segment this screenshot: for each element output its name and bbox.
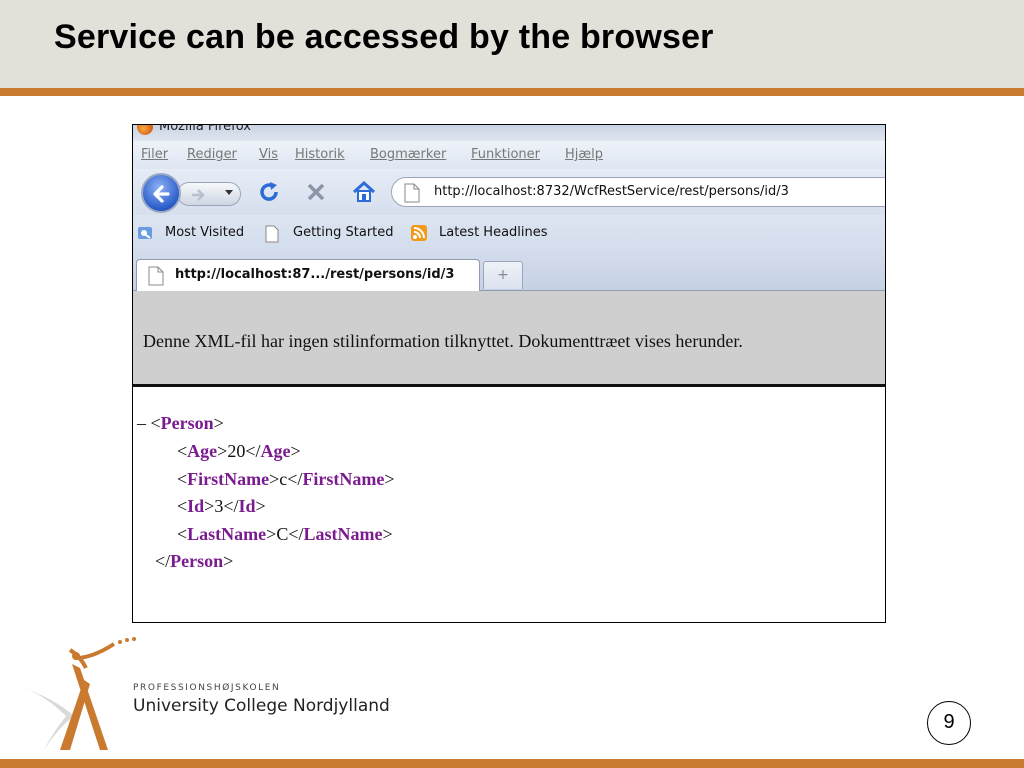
- xml-value: 3: [214, 496, 224, 516]
- menu-item-label: Vis: [259, 147, 278, 162]
- menu-item-vis[interactable]: Vis: [259, 147, 278, 162]
- address-bar[interactable]: http://localhost:8732/WcfRestService/res…: [391, 177, 885, 207]
- history-dropdown-icon[interactable]: [225, 190, 233, 195]
- menu-item-historik[interactable]: Historik: [295, 147, 345, 162]
- xml-tag-name: Person: [160, 413, 214, 433]
- xml-element-lastname: <LastName>C</LastName>: [177, 524, 393, 544]
- xml-element-age: <Age>20</Age>: [177, 441, 301, 461]
- xml-value: c: [279, 469, 288, 489]
- logo-name: University College Nordjylland: [133, 696, 390, 716]
- menu-item-funktioner[interactable]: Funktioner: [471, 147, 540, 162]
- tab-active[interactable]: http://localhost:87.../rest/persons/id/3: [136, 259, 480, 291]
- navigation-toolbar: http://localhost:8732/WcfRestService/res…: [133, 169, 885, 215]
- url-text: http://localhost:8732/WcfRestService/res…: [434, 184, 789, 199]
- slide-header: Service can be accessed by the browser: [0, 0, 1024, 88]
- bookmark-getting-started[interactable]: Getting Started: [293, 225, 394, 240]
- xml-tag-name: LastName: [187, 524, 267, 544]
- rss-icon: [411, 225, 427, 241]
- menu-item-label: Rediger: [187, 147, 237, 162]
- collapse-toggle[interactable]: –: [137, 413, 146, 433]
- home-icon[interactable]: [351, 180, 377, 204]
- menu-bar: Filer Rediger Vis Historik Bogmærker Fun…: [133, 141, 885, 169]
- browser-titlebar: Mozilla Firefox: [133, 125, 885, 141]
- bookmark-folder-icon: [138, 227, 152, 239]
- xml-tag-name: Person: [170, 551, 224, 571]
- slide-title: Service can be accessed by the browser: [54, 18, 714, 56]
- xml-value: C: [276, 524, 289, 544]
- header-divider: [0, 88, 1024, 96]
- reload-icon[interactable]: [257, 180, 281, 204]
- tab-label: http://localhost:87.../rest/persons/id/3: [175, 267, 455, 282]
- browser-screenshot: Mozilla Firefox Filer Rediger Vis Histor…: [132, 124, 886, 623]
- xml-tag-name: Id: [238, 496, 256, 516]
- xml-element-id: <Id>3</Id>: [177, 496, 266, 516]
- xml-info-message: Denne XML-fil har ingen stilinformation …: [143, 331, 743, 351]
- page-icon: [265, 225, 279, 243]
- firefox-logo-icon: [137, 125, 153, 135]
- menu-item-label: Funktioner: [471, 147, 541, 162]
- menu-item-hjaelp[interactable]: Hjælp: [565, 147, 603, 162]
- xml-tag-name: FirstName: [187, 469, 270, 489]
- xml-tag-name: FirstName: [302, 469, 385, 489]
- logo-subtitle: PROFESSIONSHØJSKOLEN: [133, 683, 281, 693]
- back-button[interactable]: [141, 173, 181, 213]
- menu-item-label: Historik: [295, 147, 345, 162]
- tab-bar: http://localhost:87.../rest/persons/id/3…: [133, 253, 885, 291]
- xml-root-close: </Person>: [155, 551, 234, 571]
- college-logo-icon: [18, 637, 136, 750]
- bookmark-latest-headlines[interactable]: Latest Headlines: [439, 225, 548, 240]
- xml-root-open: – <Person>: [137, 413, 224, 433]
- footer-divider: [0, 759, 1024, 768]
- new-tab-button[interactable]: +: [483, 261, 523, 289]
- menu-item-bogmaerker[interactable]: Bogmærker: [370, 147, 446, 162]
- window-title: Mozilla Firefox: [159, 125, 251, 134]
- xml-tag-name: Age: [187, 441, 218, 461]
- menu-item-label: Bogmærker: [370, 147, 447, 162]
- menu-item-label: Filer: [141, 147, 169, 162]
- xml-element-firstname: <FirstName>c</FirstName>: [177, 469, 395, 489]
- bookmark-most-visited[interactable]: Most Visited: [165, 225, 244, 240]
- page-icon: [148, 266, 164, 286]
- menu-item-label: Hjælp: [565, 147, 604, 162]
- back-arrow-icon: [153, 185, 170, 203]
- page-icon: [404, 183, 420, 203]
- xml-tag-name: Age: [260, 441, 291, 461]
- page-number: 9: [927, 701, 971, 745]
- xml-tag-name: Id: [187, 496, 205, 516]
- xml-info-banner: Denne XML-fil har ingen stilinformation …: [133, 291, 885, 387]
- bookmarks-toolbar: Most Visited Getting Started Latest Head…: [133, 215, 885, 253]
- forward-arrow-icon: [192, 189, 205, 201]
- xml-document-tree: – <Person> <Age>20</Age> <FirstName>c</F…: [133, 387, 885, 622]
- stop-icon[interactable]: [305, 181, 327, 203]
- xml-tag-name: LastName: [303, 524, 383, 544]
- menu-item-filer[interactable]: Filer: [141, 147, 168, 162]
- menu-item-rediger[interactable]: Rediger: [187, 147, 237, 162]
- xml-value: 20: [227, 441, 246, 461]
